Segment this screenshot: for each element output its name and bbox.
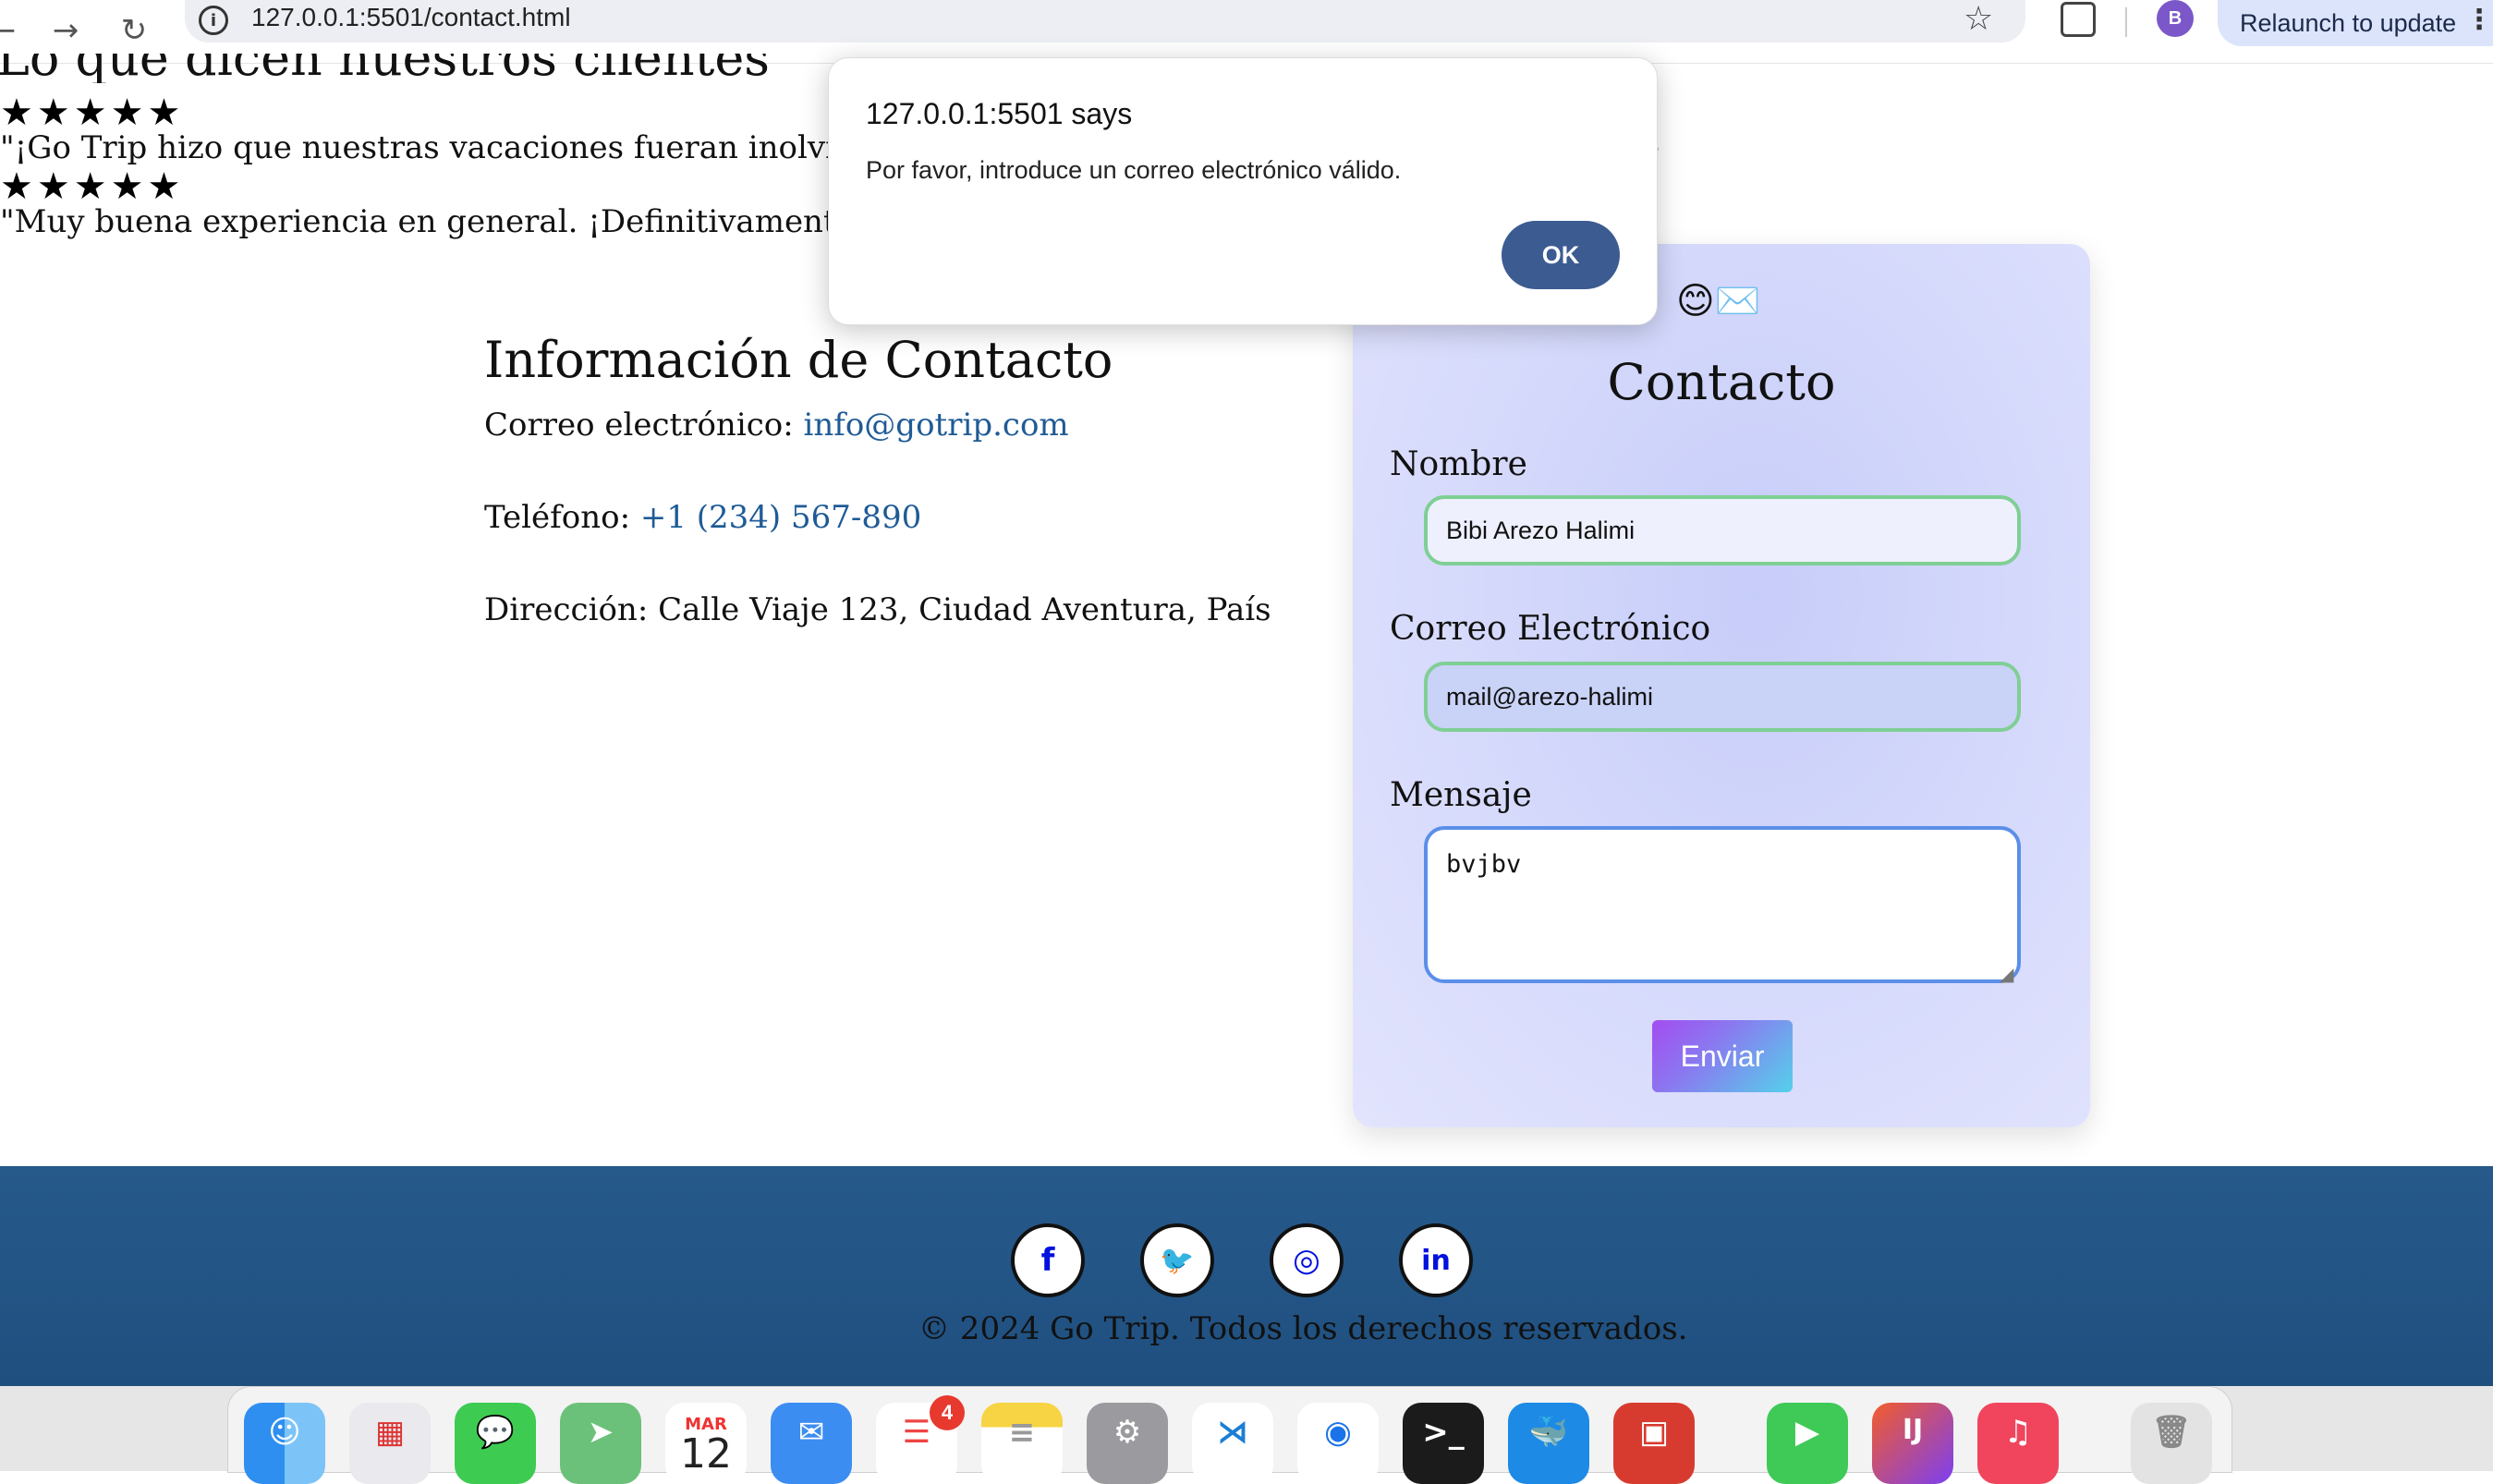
maps-icon[interactable]: ➤ bbox=[560, 1403, 641, 1484]
review-1-text: "¡Go Trip hizo que nuestras vacaciones f… bbox=[0, 129, 894, 166]
music-icon[interactable]: ♫ bbox=[1977, 1403, 2059, 1484]
dialog-title: 127.0.0.1:5501 says bbox=[866, 97, 1133, 130]
instagram-icon[interactable]: ◎ bbox=[1270, 1223, 1344, 1297]
address-label: Dirección: bbox=[484, 591, 649, 628]
calendar-day: 12 bbox=[680, 1429, 732, 1478]
dialog-message: Por favor, introduce un correo electróni… bbox=[866, 156, 1402, 184]
trash-icon[interactable]: 🗑 bbox=[2131, 1403, 2212, 1484]
terminal-icon[interactable]: >_ bbox=[1403, 1403, 1484, 1484]
bookmark-star-icon[interactable]: ☆ bbox=[1964, 0, 1993, 38]
forward-arrow-icon[interactable]: → bbox=[43, 7, 89, 54]
twitter-icon[interactable]: 🐦 bbox=[1140, 1223, 1214, 1297]
review-2-stars: ★★★★★ bbox=[0, 165, 185, 208]
system-settings-icon[interactable]: ⚙ bbox=[1087, 1403, 1168, 1484]
extensions-puzzle-icon[interactable] bbox=[2061, 2, 2096, 37]
message-label: Mensaje bbox=[1390, 776, 1532, 814]
alert-dialog: 127.0.0.1:5501 says Por favor, introduce… bbox=[828, 57, 1658, 325]
url-text[interactable]: 127.0.0.1:5501/contact.html bbox=[251, 3, 571, 32]
address-bar[interactable]: i 127.0.0.1:5501/contact.html bbox=[185, 0, 2025, 43]
email-input[interactable] bbox=[1424, 662, 2021, 732]
browser-menu-icon[interactable]: ⋮ bbox=[2465, 4, 2493, 36]
profile-avatar[interactable]: B bbox=[2157, 0, 2194, 37]
email-label: Correo electrónico: bbox=[484, 407, 794, 444]
calendar-icon[interactable]: MAR 12 bbox=[665, 1403, 747, 1484]
docker-icon[interactable]: 🐳 bbox=[1508, 1403, 1589, 1484]
contact-info-section: Información de Contacto bbox=[484, 331, 1113, 389]
contact-info-title: Información de Contacto bbox=[484, 331, 1113, 389]
contact-email-line: Correo electrónico: info@gotrip.com bbox=[484, 407, 1069, 444]
review-2-text: "Muy buena experiencia en general. ¡Defi… bbox=[0, 203, 882, 240]
reminders-badge: 4 bbox=[930, 1395, 965, 1430]
launchpad-icon[interactable]: ▦ bbox=[349, 1403, 431, 1484]
finder-icon[interactable]: ☺ bbox=[244, 1403, 325, 1484]
relaunch-button[interactable]: Relaunch to update bbox=[2218, 0, 2493, 46]
message-textarea[interactable]: bvjbv bbox=[1424, 826, 2021, 983]
back-arrow-icon[interactable]: ← bbox=[0, 7, 26, 54]
email-field-label: Correo Electrónico bbox=[1390, 610, 1711, 648]
dialog-ok-button[interactable]: OK bbox=[1502, 221, 1620, 289]
name-input[interactable] bbox=[1424, 495, 2021, 566]
footer bbox=[0, 1166, 2493, 1386]
site-info-icon[interactable]: i bbox=[199, 6, 228, 35]
reload-icon[interactable]: ↻ bbox=[111, 7, 157, 54]
contact-address-line: Dirección: Calle Viaje 123, Ciudad Avent… bbox=[484, 591, 1271, 628]
chrome-icon[interactable]: ◉ bbox=[1297, 1403, 1379, 1484]
name-label: Nombre bbox=[1390, 445, 1527, 483]
resize-grip-icon[interactable]: ◢ bbox=[2000, 963, 2013, 985]
phone-label: Teléfono: bbox=[484, 499, 631, 536]
toolbar-divider bbox=[2125, 7, 2127, 37]
copyright-text: © 2024 Go Trip. Todos los derechos reser… bbox=[918, 1310, 1688, 1347]
linkedin-icon[interactable]: in bbox=[1399, 1223, 1473, 1297]
photo-booth-icon[interactable]: ▣ bbox=[1613, 1403, 1695, 1484]
submit-button[interactable]: Enviar bbox=[1652, 1020, 1793, 1092]
review-1-stars: ★★★★★ bbox=[0, 91, 185, 134]
phone-link[interactable]: +1 (234) 567-890 bbox=[640, 499, 921, 536]
smile-mail-emoji-icon: 😊✉️ bbox=[1676, 280, 1761, 322]
facebook-icon[interactable]: f bbox=[1011, 1223, 1085, 1297]
form-title: Contacto bbox=[1607, 353, 1836, 411]
contact-phone-line: Teléfono: +1 (234) 567-890 bbox=[484, 499, 921, 536]
email-link[interactable]: info@gotrip.com bbox=[803, 407, 1068, 444]
facetime-icon[interactable]: ▶ bbox=[1767, 1403, 1848, 1484]
vscode-icon[interactable]: ⋊ bbox=[1192, 1403, 1273, 1484]
messages-icon[interactable]: 💬 bbox=[455, 1403, 536, 1484]
mail-icon[interactable]: ✉ bbox=[771, 1403, 852, 1484]
intellij-icon[interactable]: IJ bbox=[1872, 1403, 1953, 1484]
notes-icon[interactable]: ≡ bbox=[981, 1403, 1063, 1484]
address-value: Calle Viaje 123, Ciudad Aventura, País bbox=[658, 591, 1271, 628]
